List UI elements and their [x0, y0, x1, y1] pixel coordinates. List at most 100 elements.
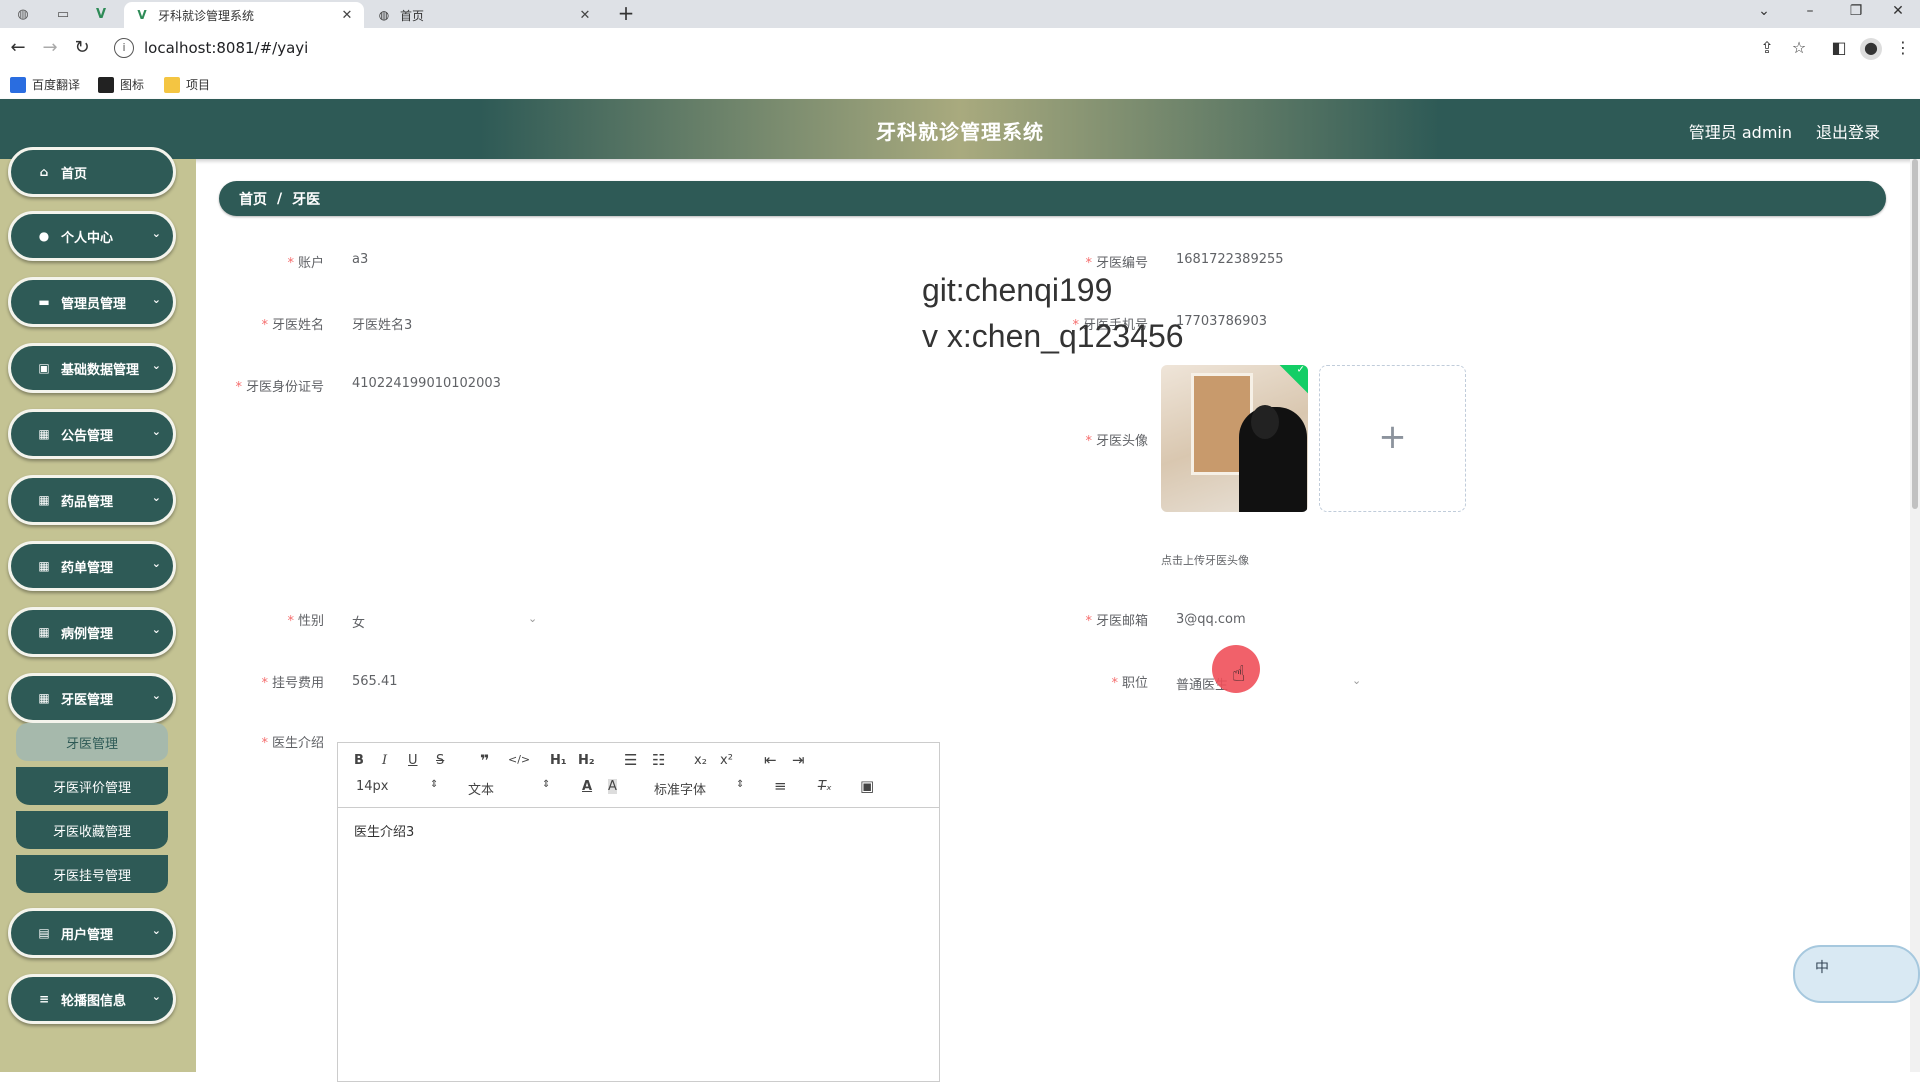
restore-icon[interactable]: ❐ [1834, 0, 1878, 28]
dentist-phone-field[interactable]: 17703786903 [1176, 314, 1267, 329]
bold-icon[interactable]: B [354, 753, 364, 768]
required-mark: * [1111, 676, 1118, 691]
star-icon[interactable]: ☆ [1788, 38, 1810, 60]
share-icon[interactable]: ⇪ [1756, 38, 1778, 60]
page-scrollbar[interactable] [1910, 159, 1920, 1072]
font-family-select[interactable]: 标准字体 [654, 779, 706, 798]
dentist-number-field[interactable]: 1681722389255 [1176, 252, 1284, 267]
close-window-icon[interactable]: ✕ [1876, 0, 1920, 28]
strike-icon[interactable]: S [436, 753, 444, 768]
fee-field[interactable]: 565.41 [352, 674, 398, 689]
account-field[interactable]: a3 [352, 252, 368, 267]
subscript-icon[interactable]: x₂ [694, 753, 707, 768]
chevron-down-icon[interactable]: ⌄ [528, 612, 537, 625]
label-text: 职位 [1121, 676, 1148, 691]
heading1-icon[interactable]: H₁ [550, 753, 567, 768]
avatar-thumbnail[interactable]: ✓ [1161, 365, 1308, 512]
home-icon: ⌂ [39, 165, 49, 179]
breadcrumb-separator: / [277, 190, 283, 207]
close-icon[interactable]: ✕ [578, 8, 592, 23]
back-icon[interactable]: ← [6, 36, 30, 60]
sidebar-item-prescription[interactable]: ▦ 药单管理 ⌄ [8, 541, 176, 591]
submenu-dentist-favorite[interactable]: 牙医收藏管理 [16, 811, 168, 851]
gender-select[interactable]: 女 [352, 612, 365, 631]
bookmark-baidu-translate[interactable]: 百度翻译 [10, 76, 80, 93]
folder-icon [164, 76, 180, 93]
submenu-dentist-register[interactable]: 牙医挂号管理 [16, 855, 168, 895]
sidebar-item-notices[interactable]: ▦ 公告管理 ⌄ [8, 409, 176, 459]
tab-title: 首页 [400, 8, 425, 23]
avatar-upload-button[interactable]: + [1319, 365, 1466, 512]
bullet-list-icon[interactable]: ☷ [652, 751, 665, 769]
superscript-icon[interactable]: x² [720, 753, 733, 768]
dentist-idcard-field[interactable]: 410224199010102003 [352, 376, 501, 391]
ime-widget[interactable]: 中 [1793, 945, 1920, 1003]
grid-icon: ▦ [38, 427, 50, 441]
required-mark: * [287, 256, 294, 271]
align-icon[interactable]: ≡ [774, 777, 787, 795]
ordered-list-icon[interactable]: ☰ [624, 751, 637, 769]
watermark-line1: git:chenqi199 [922, 272, 1113, 308]
clear-format-icon[interactable]: T̶ₓ [818, 779, 832, 794]
blank-tab-icon[interactable]: ▭ [48, 3, 78, 25]
logout-link[interactable]: 退出登录 [1816, 119, 1880, 143]
tab-dental-system[interactable]: V 牙科就诊管理系统 ✕ [124, 2, 364, 28]
url-text[interactable]: localhost:8081/#/yayi [144, 39, 308, 57]
italic-icon[interactable]: I [382, 753, 387, 768]
sidebar-item-label: 基础数据管理 [61, 362, 140, 378]
background-color-icon[interactable]: A [608, 779, 617, 794]
dentist-name-field[interactable]: 牙医姓名3 [352, 314, 412, 333]
dentist-name-label: * 牙医姓名 [144, 314, 324, 333]
outdent-icon[interactable]: ⇤ [764, 751, 777, 769]
sidebar-item-carousel[interactable]: ≡ 轮播图信息 ⌄ [8, 974, 176, 1024]
menu-dots-icon[interactable]: ⋮ [1892, 38, 1914, 60]
sidebar-item-users[interactable]: ▤ 用户管理 ⌄ [8, 908, 176, 958]
globe-icon[interactable]: ◍ [8, 3, 38, 25]
minimize-icon[interactable]: – [1788, 0, 1832, 28]
chevron-down-icon[interactable]: ⌄ [1352, 674, 1361, 687]
new-tab-button[interactable]: + [614, 3, 638, 25]
scrollbar-thumb[interactable] [1912, 159, 1918, 509]
grid-icon: ▦ [38, 691, 50, 705]
indent-icon[interactable]: ⇥ [792, 751, 805, 769]
reload-icon[interactable]: ↻ [70, 36, 94, 60]
heading2-icon[interactable]: H₂ [578, 753, 595, 768]
label-text: 性别 [297, 614, 324, 629]
tab-search-icon[interactable]: ⌄ [1742, 0, 1786, 28]
sidebar-item-label: 公告管理 [61, 428, 114, 444]
picture-icon [98, 76, 114, 93]
label-text: 牙医头像 [1095, 434, 1148, 449]
user-icon: ● [38, 229, 50, 243]
sidebar-item-medicine[interactable]: ▦ 药品管理 ⌄ [8, 475, 176, 525]
info-icon[interactable]: i [114, 38, 134, 58]
forward-icon[interactable]: → [38, 36, 62, 60]
bookmark-project[interactable]: 项目 [164, 76, 210, 93]
fee-label: * 挂号费用 [144, 672, 324, 691]
bookmark-icons[interactable]: 图标 [98, 76, 144, 93]
vue-logo-icon[interactable]: V [86, 3, 116, 25]
underline-icon[interactable]: U [408, 753, 418, 768]
paragraph-select[interactable]: 文本 [468, 779, 494, 798]
required-mark: * [1085, 256, 1092, 271]
blockquote-icon[interactable]: ❞ [480, 751, 489, 770]
profile-icon[interactable]: ● [1860, 38, 1882, 60]
font-color-icon[interactable]: A [582, 779, 592, 794]
position-label: * 职位 [968, 672, 1148, 691]
sidebar-item-home[interactable]: ⌂ 首页 [8, 147, 176, 197]
close-icon[interactable]: ✕ [340, 8, 354, 23]
submenu-dentist-review[interactable]: 牙医评价管理 [16, 767, 168, 807]
required-mark: * [261, 736, 268, 751]
globe-icon: ◍ [378, 8, 390, 22]
dentist-email-field[interactable]: 3@qq.com [1176, 612, 1246, 627]
image-icon[interactable]: ▣ [860, 777, 874, 795]
editor-content[interactable]: 医生介绍3 [354, 821, 414, 840]
label-text: 牙医邮箱 [1095, 614, 1148, 629]
sidepanel-icon[interactable]: ◧ [1828, 38, 1850, 60]
omnibox[interactable]: i localhost:8081/#/yayi [108, 34, 1768, 62]
font-size-select[interactable]: 14px [356, 779, 389, 794]
tab-home[interactable]: ◍ 首页 ✕ [366, 2, 602, 28]
dentist-avatar-label: * 牙医头像 [968, 430, 1148, 449]
grid-icon: ▦ [38, 625, 50, 639]
code-block-icon[interactable]: </> [508, 753, 530, 766]
breadcrumb-home[interactable]: 首页 [239, 189, 267, 209]
